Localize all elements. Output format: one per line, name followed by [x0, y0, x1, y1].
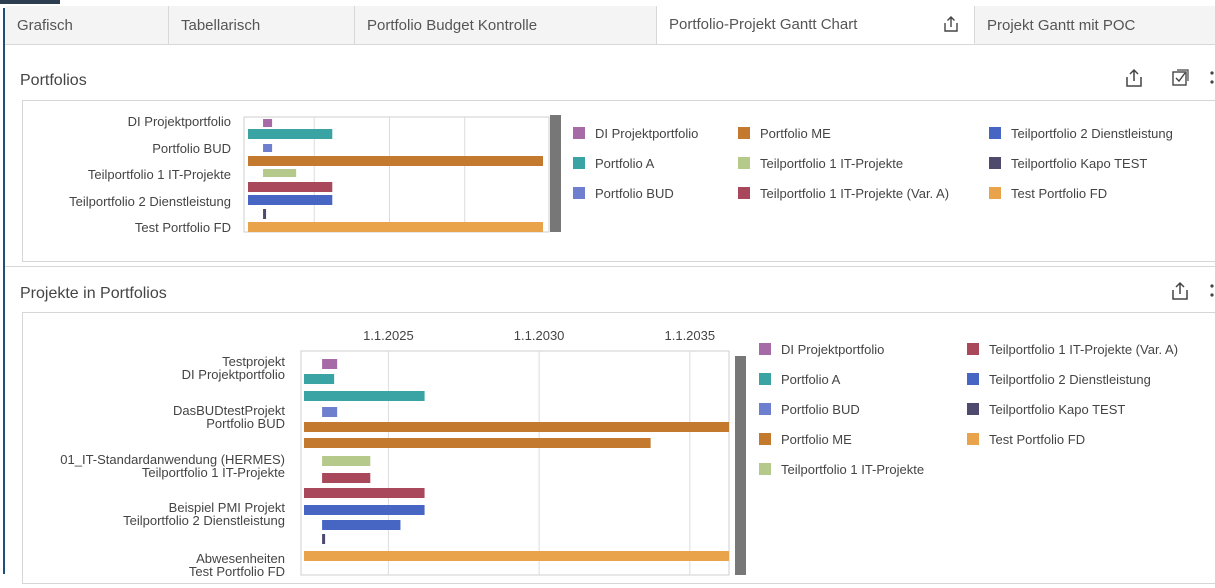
tab-label: Portfolio-Projekt Gantt Chart: [669, 16, 858, 33]
gantt-bar-portfolio-bud: [322, 407, 338, 417]
share-icon[interactable]: [1124, 68, 1144, 88]
share-icon[interactable]: [1170, 281, 1190, 301]
legend-swatch: [967, 373, 979, 385]
legend-swatch: [967, 403, 979, 415]
legend-label-portfolio-a: Portfolio A: [781, 372, 841, 387]
tab-portfolio-budget-kontrolle[interactable]: Portfolio Budget Kontrolle: [355, 6, 657, 44]
tab-label: Grafisch: [17, 16, 73, 34]
more-vertical-icon[interactable]: [1205, 68, 1215, 88]
gantt-bar-portfolio-a: [304, 374, 335, 384]
section-title-projekte: Projekte in Portfolios: [20, 285, 167, 302]
tab-label: Projekt Gantt mit POC: [987, 16, 1136, 34]
portfolio-label: Teilportfolio 2 Dienstleistung: [123, 513, 285, 528]
gantt-bar-teilportfolio-2-dienstleistung: [248, 195, 333, 205]
gantt-bar-portfolio-me: [304, 438, 651, 448]
section-divider: [5, 266, 1215, 267]
portfolios-gantt-chart: DI Projektportfolio Portfolio BUD Teilport…: [69, 114, 1173, 235]
portfolio-label: DI Projektportfolio: [182, 367, 285, 382]
gantt-bar-di-projektportfolio: [322, 359, 338, 369]
portfolio-label: Teilportfolio 1 IT-Projekte: [142, 465, 285, 480]
legend-label-portfolio-a: Portfolio A: [595, 156, 655, 171]
x-tick-label: 1.1.2025: [363, 328, 414, 343]
legend-swatch: [759, 343, 771, 355]
legend-swatch: [989, 127, 1001, 139]
legend-label-teilportfolio-1-it-projekte-var-a: Teilportfolio 1 IT-Projekte (Var. A): [989, 342, 1178, 357]
legend-swatch: [989, 157, 1001, 169]
legend-label-test-portfolio-fd: Test Portfolio FD: [989, 432, 1085, 447]
x-tick-label: 1.1.2035: [665, 328, 716, 343]
legend-swatch: [759, 463, 771, 475]
tab-bar: Grafisch Tabellarisch Portfolio Budget K…: [5, 6, 1215, 45]
tab-tabellarisch[interactable]: Tabellarisch: [169, 6, 355, 44]
portfolio-label: Portfolio BUD: [206, 416, 285, 431]
gantt-bar-teilportfolio-2-dienstleistung: [304, 505, 425, 515]
portfolio-label: Test Portfolio FD: [189, 564, 285, 579]
legend-label-teilportfolio-kapo-test: Teilportfolio Kapo TEST: [989, 402, 1125, 417]
legend-label-teilportfolio-kapo-test: Teilportfolio Kapo TEST: [1011, 156, 1147, 171]
gantt-bar-portfolio-a: [248, 129, 333, 139]
section-title-portfolios: Portfolios: [20, 72, 87, 89]
legend-label-di-projektportfolio: DI Projektportfolio: [595, 126, 698, 141]
category-label-portfolio-bud: Portfolio BUD: [152, 141, 231, 156]
gantt-bar-teilportfolio-1-it-projekte: [263, 169, 297, 177]
category-label-teilportfolio-1-it-projekte: Teilportfolio 1 IT-Projekte: [88, 167, 231, 182]
tab-label: Portfolio Budget Kontrolle: [367, 16, 538, 34]
portfolios-panel: DI Projektportfolio Portfolio BUD Teilport…: [22, 100, 1215, 262]
legend-swatch: [759, 433, 771, 445]
category-label-teilportfolio-2-dienstleistung: Teilportfolio 2 Dienstleistung: [69, 194, 231, 209]
gantt-bar-teilportfolio-2-dienstleistung: [322, 520, 401, 530]
window-frame-edge: [3, 0, 5, 574]
gantt-bar-test-portfolio-fd: [304, 551, 729, 561]
legend-swatch: [573, 187, 585, 199]
projects-gantt-chart: 1.1.2025 1.1.2030 1.1.2035TestprojektDI Pr…: [60, 328, 1178, 579]
x-tick-label: 1.1.2030: [514, 328, 565, 343]
legend-label-di-projektportfolio: DI Projektportfolio: [781, 342, 884, 357]
tab-projekt-gantt-poc[interactable]: Projekt Gantt mit POC: [975, 6, 1215, 44]
gantt-bar-teilportfolio-kapo-test: [263, 209, 267, 219]
projects-panel: 1.1.2025 1.1.2030 1.1.2035 Testprojekt DI Pr…: [22, 312, 1215, 584]
gantt-bar-teilportfolio-1-it-projekte: [322, 456, 371, 466]
legend-label-teilportfolio-1-it-projekte: Teilportfolio 1 IT-Projekte: [781, 462, 924, 477]
legend-swatch: [967, 433, 979, 445]
tab-grafisch[interactable]: Grafisch: [5, 6, 169, 44]
legend-label-test-portfolio-fd: Test Portfolio FD: [1011, 186, 1107, 201]
gantt-bar-teilportfolio-1-it-projekte-var-a: [304, 488, 425, 498]
legend-swatch: [759, 403, 771, 415]
gantt-bar-portfolio-a: [304, 391, 425, 401]
gantt-bar-portfolio-me: [304, 422, 729, 432]
checkbox-icon[interactable]: [1170, 68, 1190, 88]
legend-swatch: [738, 187, 750, 199]
legend-swatch: [738, 157, 750, 169]
share-icon[interactable]: [942, 15, 960, 33]
legend-swatch: [738, 127, 750, 139]
category-label-di-projektportfolio: DI Projektportfolio: [128, 114, 231, 129]
gantt-bar-portfolio-bud: [263, 144, 273, 152]
legend-label-portfolio-me: Portfolio ME: [781, 432, 852, 447]
legend-swatch: [573, 127, 585, 139]
category-label-test-portfolio-fd: Test Portfolio FD: [135, 220, 231, 235]
gantt-bar-di-projektportfolio: [263, 119, 273, 127]
scrollbar-thumb: [550, 115, 561, 232]
tab-label: Tabellarisch: [181, 16, 261, 34]
legend-label-portfolio-bud: Portfolio BUD: [781, 402, 860, 417]
legend-swatch: [967, 343, 979, 355]
legend-swatch: [989, 187, 1001, 199]
legend-label-teilportfolio-2-dienstleistung: Teilportfolio 2 Dienstleistung: [989, 372, 1151, 387]
legend-swatch: [573, 157, 585, 169]
legend-swatch: [759, 373, 771, 385]
tab-portfolio-projekt-gantt[interactable]: Portfolio-Projekt Gantt Chart: [657, 6, 975, 44]
gantt-bar-teilportfolio-1-it-projekte-var-a: [248, 182, 333, 192]
legend-label-teilportfolio-1-it-projekte-var-a: Teilportfolio 1 IT-Projekte (Var. A): [760, 186, 949, 201]
gantt-bar-portfolio-me: [248, 156, 543, 166]
more-vertical-icon[interactable]: [1205, 281, 1215, 301]
legend-label-portfolio-me: Portfolio ME: [760, 126, 831, 141]
gantt-bar-teilportfolio-1-it-projekte-var-a: [322, 473, 371, 483]
cropped-header-text: [0, 0, 60, 4]
legend-label-portfolio-bud: Portfolio BUD: [595, 186, 674, 201]
scrollbar-thumb: [735, 356, 746, 575]
gantt-bar-test-portfolio-fd: [248, 222, 543, 232]
legend-label-teilportfolio-1-it-projekte: Teilportfolio 1 IT-Projekte: [760, 156, 903, 171]
legend-label-teilportfolio-2-dienstleistung: Teilportfolio 2 Dienstleistung: [1011, 126, 1173, 141]
gantt-bar-teilportfolio-kapo-test: [322, 534, 326, 544]
